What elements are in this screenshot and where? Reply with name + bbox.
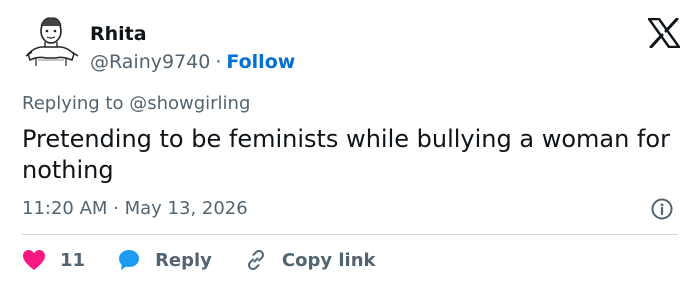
separator-dot: ·: [215, 51, 222, 73]
reply-label: Reply: [155, 249, 212, 271]
avatar[interactable]: [22, 14, 80, 74]
author-display-name[interactable]: Rhita: [90, 22, 147, 46]
heart-icon: [23, 250, 45, 270]
copy-link-button[interactable]: Copy link: [244, 248, 376, 272]
tweet-text: Pretending to be feminists while bullyin…: [22, 125, 670, 184]
tweet-header: Rhita @Rainy9740 · Follow: [22, 14, 662, 74]
embedded-tweet: Rhita @Rainy9740 · Follow Replying to @sho…: [0, 0, 700, 287]
action-bar: 11 Reply Copy link: [22, 244, 408, 276]
avatar-sketch-icon: [25, 17, 79, 66]
tweet-timestamp[interactable]: 11:20 AM · May 13, 2026: [22, 197, 248, 221]
x-logo-icon[interactable]: [647, 17, 681, 49]
speech-bubble-icon: [119, 250, 140, 270]
author-handle-row: @Rainy9740 · Follow: [90, 50, 295, 74]
like-count: 11: [60, 249, 86, 271]
copy-link-label: Copy link: [281, 249, 376, 271]
reply-button[interactable]: Reply: [117, 248, 212, 272]
author-handle[interactable]: @Rainy9740: [90, 51, 210, 73]
replying-to-label[interactable]: Replying to @showgirling: [22, 92, 250, 116]
link-icon: [247, 249, 264, 271]
like-button[interactable]: 11: [22, 249, 85, 271]
divider: [22, 234, 678, 235]
info-icon[interactable]: [650, 197, 674, 221]
follow-button[interactable]: Follow: [226, 51, 295, 73]
